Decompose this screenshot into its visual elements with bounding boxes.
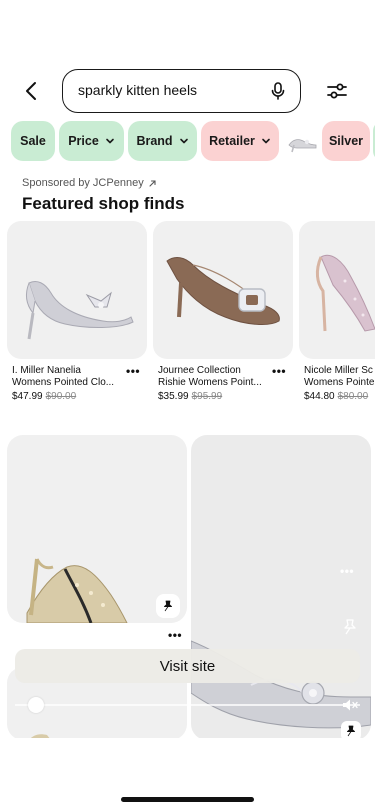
chip-label: Retailer bbox=[209, 134, 255, 148]
current-price: $47.99 bbox=[12, 391, 43, 402]
more-options-icon[interactable]: ••• bbox=[168, 628, 182, 642]
chevron-down-icon bbox=[179, 138, 188, 144]
product-name-line2: Womens Pointed Clo... bbox=[12, 377, 115, 388]
lilac-crystal-slingback-image bbox=[315, 254, 375, 332]
product-card[interactable]: Journee Collection Rishie Womens Point..… bbox=[153, 221, 293, 402]
pin-card-video[interactable]: ••• bbox=[191, 435, 371, 740]
original-price: $90.00 bbox=[45, 391, 77, 402]
chip-image-silver-shoe[interactable] bbox=[285, 125, 319, 157]
chevron-down-icon bbox=[105, 138, 114, 144]
product-image[interactable] bbox=[7, 221, 147, 359]
product-name-line1: Journee Collection bbox=[158, 365, 241, 376]
current-price: $44.80 bbox=[304, 391, 335, 402]
save-pin-button[interactable] bbox=[156, 594, 180, 618]
product-carousel: I. Miller Nanelia Womens Pointed Clo... … bbox=[0, 221, 375, 411]
mute-button[interactable] bbox=[341, 696, 359, 714]
section-title: Featured shop finds bbox=[22, 194, 185, 213]
product-card[interactable]: I. Miller Nanelia Womens Pointed Clo... … bbox=[7, 221, 147, 402]
chevron-left-icon bbox=[26, 82, 36, 100]
chip-label: Price bbox=[68, 134, 99, 148]
product-name-line2: Rishie Womens Point... bbox=[158, 377, 262, 388]
chip-label: Silver bbox=[328, 134, 364, 148]
visit-site-button[interactable]: Visit site bbox=[15, 649, 360, 683]
back-button[interactable] bbox=[20, 79, 44, 103]
microphone-icon bbox=[271, 82, 285, 100]
chip-sale[interactable]: Sale bbox=[11, 121, 55, 161]
original-price: $80.00 bbox=[337, 391, 369, 402]
current-price: $35.99 bbox=[158, 391, 189, 402]
product-name-line1: I. Miller Nanelia bbox=[12, 365, 81, 376]
microphone-button[interactable] bbox=[268, 81, 288, 101]
filter-button[interactable] bbox=[325, 79, 349, 103]
product-image[interactable] bbox=[299, 221, 375, 359]
chip-price[interactable]: Price bbox=[59, 121, 124, 161]
sponsored-text: Sponsored by JCPenney bbox=[22, 177, 144, 189]
chip-brand[interactable]: Brand bbox=[128, 121, 197, 161]
more-options-icon[interactable]: ••• bbox=[272, 364, 286, 378]
silver-bow-slingback-image bbox=[25, 280, 134, 340]
home-indicator[interactable] bbox=[121, 797, 254, 802]
product-name-line2: Womens Pointe bbox=[304, 377, 375, 388]
pin-outline-icon bbox=[344, 619, 356, 635]
speaker-muted-icon bbox=[343, 699, 358, 711]
chevron-down-icon bbox=[262, 138, 270, 144]
save-pin-button[interactable] bbox=[341, 618, 359, 636]
product-price: $35.99 $95.99 bbox=[158, 391, 222, 402]
chip-silver[interactable]: Silver bbox=[322, 121, 370, 161]
video-progress-handle[interactable] bbox=[27, 697, 44, 713]
pin-icon bbox=[347, 725, 355, 737]
original-price: $95.99 bbox=[191, 391, 223, 402]
chip-label: Brand bbox=[136, 134, 173, 148]
more-options-icon[interactable]: ••• bbox=[340, 564, 354, 578]
search-input[interactable]: sparkly kitten heels bbox=[62, 69, 301, 113]
product-price: $47.99 $90.00 bbox=[12, 391, 76, 402]
sliders-icon bbox=[327, 83, 347, 99]
more-options-icon[interactable]: ••• bbox=[126, 364, 140, 378]
crystal-flower-heel-image bbox=[191, 640, 371, 729]
filter-chips: Sale Price Brand Retailer Silver bbox=[0, 121, 375, 161]
pin-card[interactable] bbox=[7, 435, 187, 623]
search-bar-row: sparkly kitten heels bbox=[0, 69, 375, 113]
video-progress-bar[interactable] bbox=[15, 704, 360, 706]
search-query-text: sparkly kitten heels bbox=[78, 82, 198, 98]
product-image[interactable] bbox=[153, 221, 293, 359]
product-card[interactable]: Nicole Miller Sc Womens Pointe $44.80 $80… bbox=[299, 221, 375, 402]
external-link-icon bbox=[149, 179, 156, 187]
product-price: $44.80 $80.00 bbox=[304, 391, 368, 402]
shoe-thumbnail-icon bbox=[288, 139, 317, 153]
pin-icon bbox=[164, 600, 172, 612]
chip-label: Sale bbox=[20, 134, 46, 148]
product-name-line1: Nicole Miller Sc bbox=[304, 365, 373, 376]
chip-retailer[interactable]: Retailer bbox=[201, 121, 279, 161]
brown-velvet-mule-image bbox=[166, 257, 280, 325]
sponsored-label[interactable]: Sponsored by JCPenney bbox=[22, 177, 157, 189]
